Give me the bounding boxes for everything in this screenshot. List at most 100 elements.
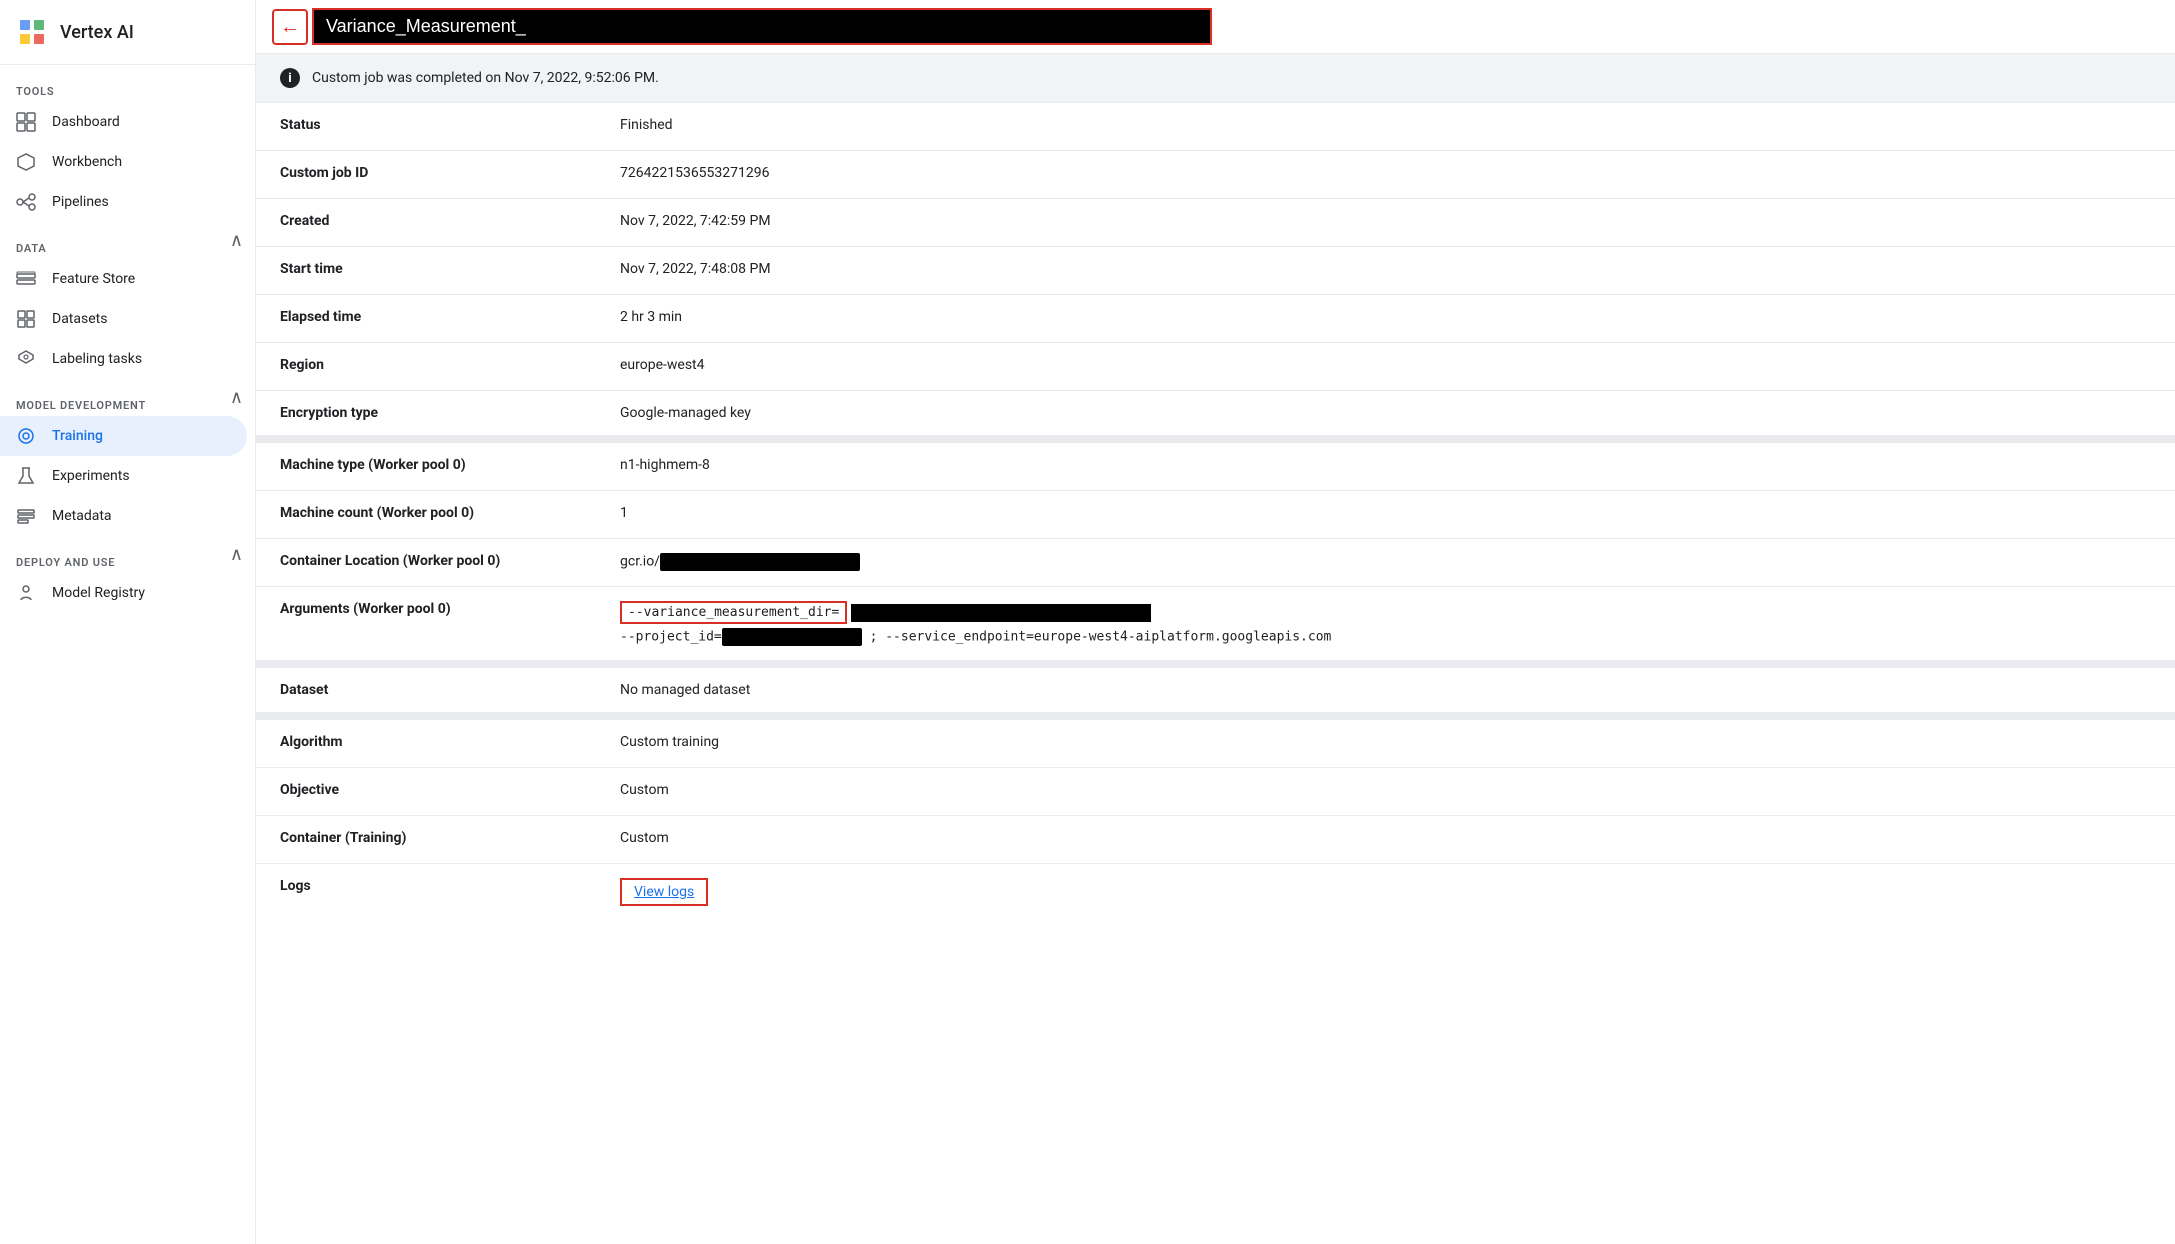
- sidebar-item-model-registry[interactable]: Model Registry: [0, 573, 247, 613]
- args-line2: --project_id= ; --service_endpoint=europ…: [620, 628, 2151, 646]
- pipelines-icon: [16, 192, 36, 212]
- sidebar-item-pipelines[interactable]: Pipelines: [0, 182, 247, 222]
- detail-value: n1-highmem-8: [620, 457, 2151, 473]
- detail-row-job-id: Custom job ID 7264221536553271296: [256, 151, 2175, 199]
- info-icon: i: [280, 68, 300, 88]
- detail-label: Start time: [280, 261, 620, 277]
- args-line1: --variance_measurement_dir=: [620, 601, 2151, 624]
- detail-row-logs: Logs View logs: [256, 864, 2175, 920]
- sidebar-item-workbench[interactable]: Workbench: [0, 142, 247, 182]
- detail-row-elapsed-time: Elapsed time 2 hr 3 min: [256, 295, 2175, 343]
- detail-row-objective: Objective Custom: [256, 768, 2175, 816]
- arg-redacted: [851, 604, 1151, 622]
- sidebar-item-datasets[interactable]: Datasets: [0, 299, 247, 339]
- detail-value: 2 hr 3 min: [620, 309, 2151, 325]
- app-logo: Vertex AI: [0, 0, 255, 65]
- detail-value: gcr.io/: [620, 553, 2151, 571]
- sidebar-item-label: Training: [52, 428, 103, 444]
- sidebar-item-label: Feature Store: [52, 271, 135, 287]
- detail-label: Encryption type: [280, 405, 620, 421]
- main-content: ← i Custom job was completed on Nov 7, 2…: [256, 0, 2175, 1244]
- app-name: Vertex AI: [60, 22, 134, 43]
- workbench-icon: [16, 152, 36, 172]
- detail-row-arguments: Arguments (Worker pool 0) --variance_mea…: [256, 587, 2175, 668]
- section-label-tools: TOOLS: [0, 65, 255, 102]
- detail-value: Nov 7, 2022, 7:48:08 PM: [620, 261, 2151, 277]
- detail-label: Region: [280, 357, 620, 373]
- sidebar-item-label: Experiments: [52, 468, 130, 484]
- labeling-tasks-icon: [16, 349, 36, 369]
- detail-row-region: Region europe-west4: [256, 343, 2175, 391]
- feature-store-icon: [16, 269, 36, 289]
- detail-row-dataset: Dataset No managed dataset: [256, 668, 2175, 720]
- detail-label: Elapsed time: [280, 309, 620, 325]
- sidebar-item-label: Workbench: [52, 154, 122, 170]
- page-title[interactable]: [312, 8, 1212, 45]
- sidebar-item-dashboard[interactable]: Dashboard: [0, 102, 247, 142]
- sidebar-item-label: Dashboard: [52, 114, 120, 130]
- arg-variance: --variance_measurement_dir=: [620, 601, 847, 624]
- section-label-data: DATA: [0, 222, 63, 259]
- detail-row-container-location: Container Location (Worker pool 0) gcr.i…: [256, 539, 2175, 587]
- detail-value: 1: [620, 505, 2151, 521]
- detail-label: Status: [280, 117, 620, 133]
- content-area: i Custom job was completed on Nov 7, 202…: [256, 54, 2175, 1244]
- detail-label: Dataset: [280, 682, 620, 698]
- detail-row-encryption: Encryption type Google-managed key: [256, 391, 2175, 443]
- detail-value: Finished: [620, 117, 2151, 133]
- detail-value: View logs: [620, 878, 2151, 906]
- detail-row-start-time: Start time Nov 7, 2022, 7:48:08 PM: [256, 247, 2175, 295]
- sidebar-item-training[interactable]: Training: [0, 416, 247, 456]
- detail-row-algorithm: Algorithm Custom training: [256, 720, 2175, 768]
- section-label-model-dev: MODEL DEVELOPMENT: [0, 379, 162, 416]
- detail-row-machine-type: Machine type (Worker pool 0) n1-highmem-…: [256, 443, 2175, 491]
- section-label-deploy: DEPLOY AND USE: [0, 536, 131, 573]
- detail-value: 7264221536553271296: [620, 165, 2151, 181]
- topbar: ←: [256, 0, 2175, 54]
- sidebar-item-metadata[interactable]: Metadata: [0, 496, 247, 536]
- detail-label: Created: [280, 213, 620, 229]
- detail-value: Custom: [620, 830, 2151, 846]
- view-logs-link[interactable]: View logs: [620, 878, 708, 906]
- detail-label: Machine type (Worker pool 0): [280, 457, 620, 473]
- detail-value: Custom: [620, 782, 2151, 798]
- model-registry-icon: [16, 583, 36, 603]
- banner-message: Custom job was completed on Nov 7, 2022,…: [312, 70, 659, 86]
- data-section-chevron[interactable]: ∧: [230, 230, 243, 251]
- detail-value: --variance_measurement_dir= --project_id…: [620, 601, 2151, 646]
- detail-value: Custom training: [620, 734, 2151, 750]
- detail-label: Container Location (Worker pool 0): [280, 553, 620, 569]
- detail-row-status: Status Finished: [256, 103, 2175, 151]
- sidebar-item-label: Pipelines: [52, 194, 109, 210]
- project-id-redacted: [722, 628, 862, 646]
- container-loc-prefix: gcr.io/: [620, 554, 660, 570]
- detail-label: Objective: [280, 782, 620, 798]
- sidebar-item-label: Labeling tasks: [52, 351, 142, 367]
- training-icon: [16, 426, 36, 446]
- experiments-icon: [16, 466, 36, 486]
- dashboard-icon: [16, 112, 36, 132]
- detail-row-container-training: Container (Training) Custom: [256, 816, 2175, 864]
- sidebar-item-label: Datasets: [52, 311, 107, 327]
- detail-row-machine-count: Machine count (Worker pool 0) 1: [256, 491, 2175, 539]
- detail-label: Algorithm: [280, 734, 620, 750]
- deploy-section-chevron[interactable]: ∧: [230, 544, 243, 565]
- detail-label: Custom job ID: [280, 165, 620, 181]
- detail-value: Nov 7, 2022, 7:42:59 PM: [620, 213, 2151, 229]
- info-banner: i Custom job was completed on Nov 7, 202…: [256, 54, 2175, 103]
- sidebar-item-labeling-tasks[interactable]: Labeling tasks: [0, 339, 247, 379]
- detail-label: Logs: [280, 878, 620, 894]
- detail-value: europe-west4: [620, 357, 2151, 373]
- back-button[interactable]: ←: [272, 9, 308, 45]
- sidebar-item-label: Model Registry: [52, 585, 145, 601]
- detail-label: Machine count (Worker pool 0): [280, 505, 620, 521]
- sidebar-item-feature-store[interactable]: Feature Store: [0, 259, 247, 299]
- detail-value: Google-managed key: [620, 405, 2151, 421]
- model-dev-section-chevron[interactable]: ∧: [230, 387, 243, 408]
- container-loc-redacted: [660, 553, 860, 571]
- metadata-icon: [16, 506, 36, 526]
- detail-label: Arguments (Worker pool 0): [280, 601, 620, 617]
- detail-label: Container (Training): [280, 830, 620, 846]
- sidebar: Vertex AI TOOLS Dashboard Workbench Pipe…: [0, 0, 256, 1244]
- sidebar-item-experiments[interactable]: Experiments: [0, 456, 247, 496]
